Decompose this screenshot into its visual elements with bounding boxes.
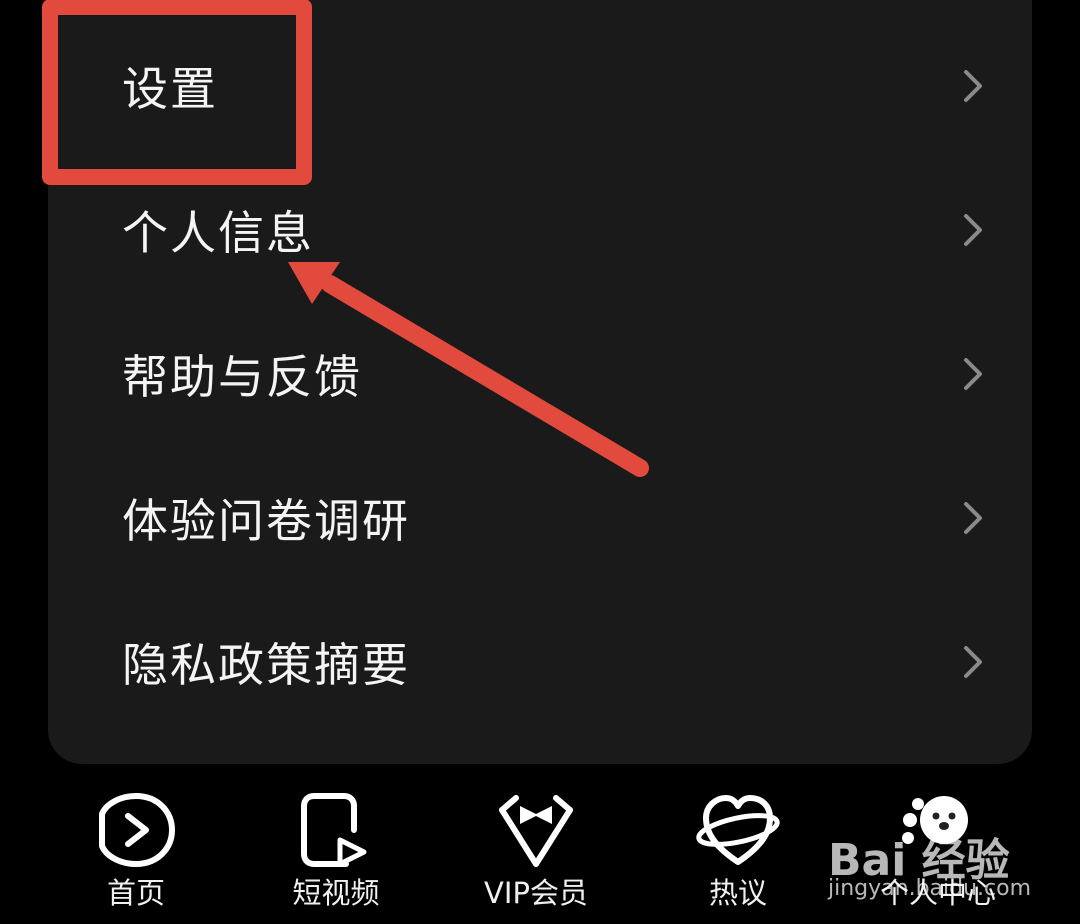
menu-item-label: 体验问卷调研 bbox=[122, 494, 410, 548]
tab-vip[interactable]: VIP会员 bbox=[436, 764, 636, 924]
menu-item-survey[interactable]: 体验问卷调研 bbox=[48, 446, 1032, 590]
chevron-right-icon bbox=[964, 70, 982, 102]
short-video-icon bbox=[301, 793, 367, 867]
tab-label: 短视频 bbox=[292, 876, 380, 910]
chevron-right-icon bbox=[964, 214, 982, 246]
tab-home[interactable]: 首页 bbox=[36, 764, 236, 924]
menu-item-label: 隐私政策摘要 bbox=[122, 638, 410, 692]
tab-label: 热议 bbox=[708, 876, 767, 910]
profile-icon bbox=[902, 796, 968, 844]
menu-item-label: 帮助与反馈 bbox=[122, 350, 362, 404]
menu-item-privacy-summary[interactable]: 隐私政策摘要 bbox=[48, 590, 1032, 734]
tab-label: 个人中心 bbox=[879, 876, 996, 910]
bowtie-vip-icon bbox=[499, 795, 573, 867]
tab-label: VIP会员 bbox=[484, 876, 588, 910]
chevron-right-icon bbox=[964, 502, 982, 534]
bottom-tab-bar: 首页 短视频 VIP会员 热议 个人中心 bbox=[0, 764, 1080, 924]
tab-short-video[interactable]: 短视频 bbox=[236, 764, 436, 924]
chevron-right-icon bbox=[964, 646, 982, 678]
heart-planet-icon bbox=[696, 795, 780, 865]
tab-profile[interactable]: 个人中心 bbox=[838, 764, 1038, 924]
highlight-box-annotation bbox=[42, 0, 312, 185]
play-circle-icon bbox=[99, 793, 175, 867]
tab-label: 首页 bbox=[106, 876, 165, 910]
chevron-right-icon bbox=[964, 358, 982, 390]
tab-trending[interactable]: 热议 bbox=[638, 764, 838, 924]
menu-item-label: 个人信息 bbox=[122, 206, 314, 260]
menu-item-help-feedback[interactable]: 帮助与反馈 bbox=[48, 302, 1032, 446]
